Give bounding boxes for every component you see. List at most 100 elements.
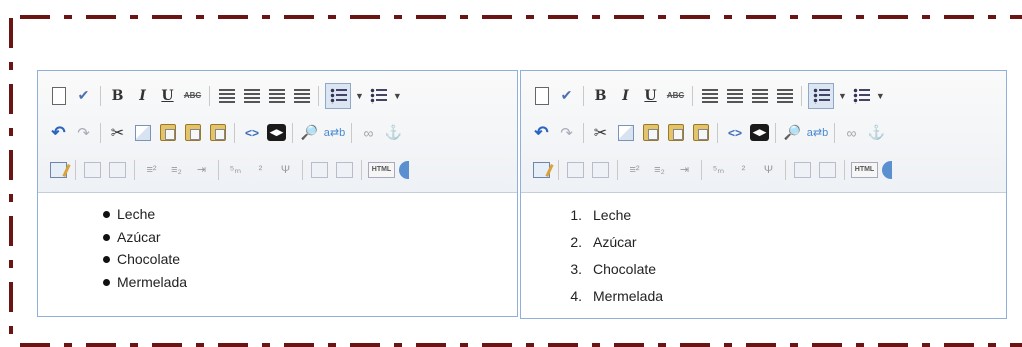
separator — [134, 159, 135, 180]
new-page-icon[interactable] — [531, 85, 552, 106]
show-blocks-icon[interactable]: ◀▶ — [267, 124, 286, 141]
undo-icon[interactable]: ↶ — [531, 122, 552, 143]
superscript-icon[interactable]: ≡² — [624, 159, 645, 180]
strikethrough-button[interactable]: ABC — [182, 85, 203, 106]
html-button[interactable]: HTML — [851, 161, 878, 178]
spellcheck-icon[interactable]: ✔ — [556, 85, 577, 106]
italic-button[interactable]: I — [132, 85, 153, 106]
separator — [717, 122, 718, 143]
chevron-down-icon[interactable]: ▼ — [876, 91, 885, 101]
chevron-down-icon[interactable]: ▼ — [355, 91, 364, 101]
subscript-icon[interactable]: ≡₂ — [166, 159, 187, 180]
redo-icon[interactable]: ↷ — [556, 122, 577, 143]
replace-icon[interactable]: a⇄b — [807, 122, 828, 143]
separator — [100, 85, 101, 106]
underline-button[interactable]: U — [157, 85, 178, 106]
list-item: Mermelada — [38, 271, 517, 294]
grid-icon[interactable] — [792, 159, 813, 180]
separator — [583, 122, 584, 143]
numbered-list-icon[interactable] — [368, 85, 389, 106]
indent-icon[interactable]: ⇥ — [191, 159, 212, 180]
redo-icon[interactable]: ↷ — [73, 122, 94, 143]
replace-icon[interactable]: a⇄b — [324, 122, 345, 143]
copy-icon[interactable] — [615, 122, 636, 143]
find-icon[interactable]: 🔎 — [299, 122, 320, 143]
more-icon[interactable] — [882, 160, 892, 179]
grid-icon[interactable] — [817, 159, 838, 180]
paste-text-icon[interactable] — [182, 122, 203, 143]
psi-icon[interactable]: Ψ — [275, 159, 296, 180]
separator — [775, 122, 776, 143]
more-icon[interactable] — [399, 160, 409, 179]
italic-button[interactable]: I — [615, 85, 636, 106]
bold-button[interactable]: B — [590, 85, 611, 106]
link-icon[interactable]: ∞ — [841, 122, 862, 143]
edit-icon[interactable] — [48, 159, 69, 180]
list-number: 3. — [570, 261, 582, 277]
symbol-icon[interactable]: ² — [250, 159, 271, 180]
bulleted-list-icon[interactable] — [808, 82, 834, 109]
paste-text-icon[interactable] — [665, 122, 686, 143]
table-icon[interactable] — [82, 159, 103, 180]
chevron-down-icon[interactable]: ▼ — [393, 91, 402, 101]
fraction-icon[interactable]: ⁵ₘ — [225, 159, 246, 180]
html-button[interactable]: HTML — [368, 161, 395, 178]
grid-icon[interactable] — [309, 159, 330, 180]
separator — [692, 85, 693, 106]
separator — [617, 159, 618, 180]
separator — [318, 85, 319, 106]
underline-button[interactable]: U — [640, 85, 661, 106]
align-center-icon[interactable] — [241, 85, 262, 106]
cut-icon[interactable]: ✂ — [107, 122, 128, 143]
superscript-icon[interactable]: ≡² — [141, 159, 162, 180]
cut-icon[interactable]: ✂ — [590, 122, 611, 143]
edit-icon[interactable] — [531, 159, 552, 180]
fraction-icon[interactable]: ⁵ₘ — [708, 159, 729, 180]
align-right-icon[interactable] — [266, 85, 287, 106]
paste-icon[interactable] — [157, 122, 178, 143]
source-code-icon[interactable]: <> — [241, 122, 263, 143]
cell-icon[interactable] — [107, 159, 128, 180]
cell-icon[interactable] — [590, 159, 611, 180]
paste-icon[interactable] — [640, 122, 661, 143]
frame-top-border — [20, 15, 1022, 19]
align-center-icon[interactable] — [724, 85, 745, 106]
source-code-icon[interactable]: <> — [724, 122, 746, 143]
numbered-list-icon[interactable] — [851, 85, 872, 106]
align-justify-icon[interactable] — [291, 85, 312, 106]
anchor-icon[interactable]: ⚓ — [383, 122, 404, 143]
separator — [209, 85, 210, 106]
subscript-icon[interactable]: ≡₂ — [649, 159, 670, 180]
align-left-icon[interactable] — [699, 85, 720, 106]
list-item-text: Mermelada — [593, 288, 664, 304]
frame-left-border — [9, 18, 13, 347]
chevron-down-icon[interactable]: ▼ — [838, 91, 847, 101]
separator — [234, 122, 235, 143]
copy-icon[interactable] — [132, 122, 153, 143]
spellcheck-icon[interactable]: ✔ — [73, 85, 94, 106]
align-right-icon[interactable] — [749, 85, 770, 106]
bold-button[interactable]: B — [107, 85, 128, 106]
paste-word-icon[interactable] — [207, 122, 228, 143]
find-icon[interactable]: 🔎 — [782, 122, 803, 143]
list-item-text: Azúcar — [593, 234, 637, 250]
align-left-icon[interactable] — [216, 85, 237, 106]
link-icon[interactable]: ∞ — [358, 122, 379, 143]
bulleted-list-icon[interactable] — [325, 82, 351, 109]
grid-icon[interactable] — [334, 159, 355, 180]
align-justify-icon[interactable] — [774, 85, 795, 106]
psi-icon[interactable]: Ψ — [758, 159, 779, 180]
symbol-icon[interactable]: ² — [733, 159, 754, 180]
editor-content[interactable]: 1. Leche 2. Azúcar 3. Chocolate 4. Mermelada — [521, 193, 1006, 311]
strikethrough-button[interactable]: ABC — [665, 85, 686, 106]
left-editor: ✔ B I U ABC ▼ ▼ ↶ ↷ ✂ <> ◀▶ 🔎 a⇄b ∞ ⚓ ≡²… — [37, 70, 518, 317]
editor-content[interactable]: Leche Azúcar Chocolate Mermelada — [38, 193, 517, 293]
undo-icon[interactable]: ↶ — [48, 122, 69, 143]
anchor-icon[interactable]: ⚓ — [866, 122, 887, 143]
indent-icon[interactable]: ⇥ — [674, 159, 695, 180]
table-icon[interactable] — [565, 159, 586, 180]
separator — [100, 122, 101, 143]
new-page-icon[interactable] — [48, 85, 69, 106]
paste-word-icon[interactable] — [690, 122, 711, 143]
show-blocks-icon[interactable]: ◀▶ — [750, 124, 769, 141]
